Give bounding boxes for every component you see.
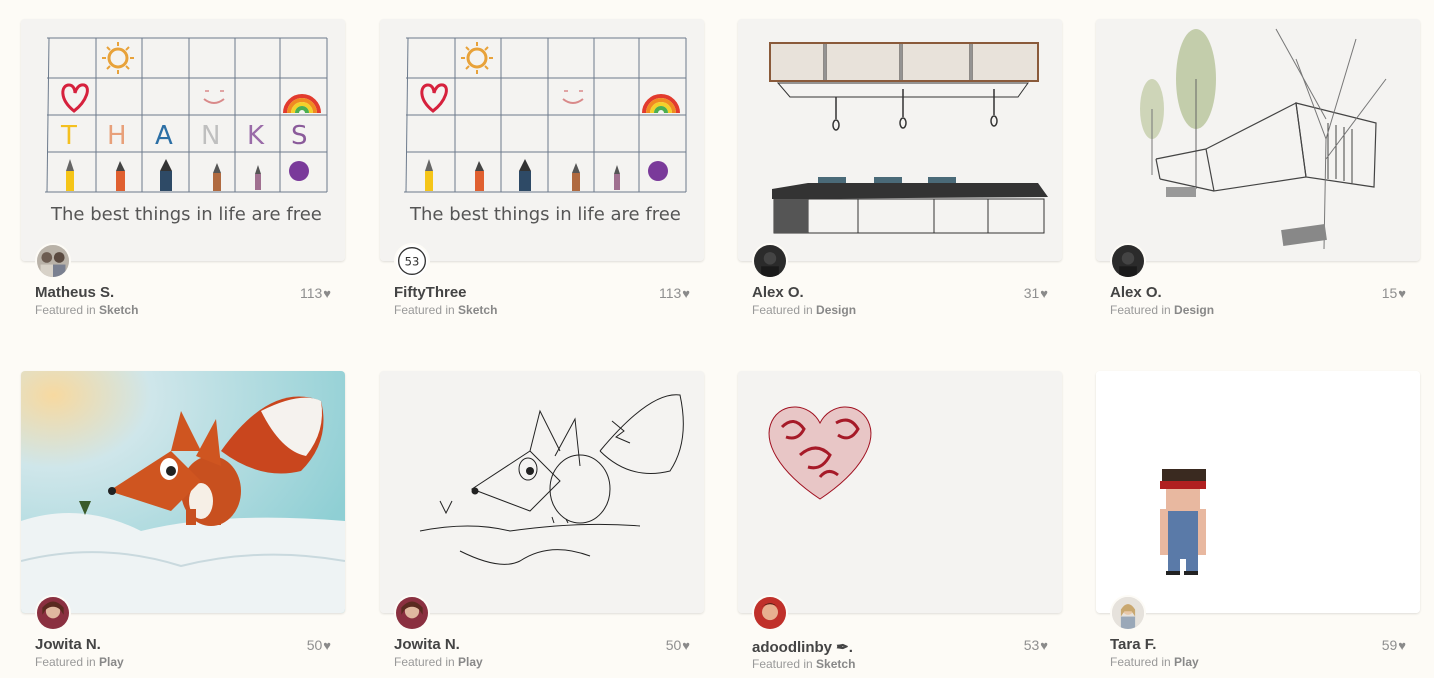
featured-label: Featured in Design <box>752 303 857 317</box>
like-count[interactable]: 53 ♥ <box>1024 637 1048 653</box>
avatar[interactable] <box>394 595 430 631</box>
avatar[interactable]: 53 <box>394 243 430 279</box>
category-link[interactable]: Sketch <box>458 303 497 317</box>
category-link[interactable]: Sketch <box>99 303 138 317</box>
author-name[interactable]: adoodlinby ✒. <box>752 638 853 656</box>
avatar[interactable] <box>35 595 71 631</box>
svg-text:The best things in life are fr: The best things in life are free <box>409 204 681 225</box>
svg-text:H: H <box>107 121 127 151</box>
category-link[interactable]: Play <box>99 655 124 669</box>
like-count[interactable]: 113 ♥ <box>300 285 331 301</box>
svg-text:K: K <box>247 121 265 151</box>
like-count[interactable]: 59 ♥ <box>1382 637 1406 653</box>
artwork-card[interactable]: adoodlinby ✒. Featured in Sketch 53 ♥ <box>738 371 1062 671</box>
svg-text:A: A <box>155 121 173 151</box>
like-count[interactable]: 50 ♥ <box>307 637 331 653</box>
pixel-character-artwork <box>1096 371 1420 613</box>
heart-icon: ♥ <box>323 285 331 301</box>
avatar[interactable] <box>1110 243 1146 279</box>
category-link[interactable]: Design <box>1174 303 1214 317</box>
artwork-card[interactable]: The best things in life are free 53 Fift… <box>380 19 704 317</box>
author-name[interactable]: Jowita N. <box>394 636 460 653</box>
avatar[interactable] <box>752 243 788 279</box>
like-count[interactable]: 113 ♥ <box>659 285 690 301</box>
featured-label: Featured in Play <box>1110 655 1199 669</box>
heart-icon: ♥ <box>1040 637 1048 653</box>
fox-watercolor-artwork <box>21 371 345 613</box>
author-name[interactable]: Jowita N. <box>35 636 101 653</box>
featured-label: Featured in Design <box>1110 303 1215 317</box>
heart-icon: ♥ <box>1040 285 1048 301</box>
author-name[interactable]: Alex O. <box>752 284 804 301</box>
artwork-thumbnail[interactable] <box>738 371 1062 613</box>
category-link[interactable]: Design <box>816 303 856 317</box>
artwork-thumbnail[interactable] <box>1096 371 1420 613</box>
author-name[interactable]: Matheus S. <box>35 284 114 301</box>
fox-line-sketch-artwork <box>380 371 704 613</box>
like-count[interactable]: 50 ♥ <box>666 637 690 653</box>
artwork-thumbnail[interactable]: The best things in life are free <box>380 19 704 261</box>
artwork-thumbnail[interactable] <box>380 371 704 613</box>
avatar[interactable] <box>1110 595 1146 631</box>
svg-text:The best things in life are fr: The best things in life are free <box>50 204 322 225</box>
thanks-grid-artwork: T H A N K S The best things in life are … <box>21 19 345 261</box>
heart-icon: ♥ <box>323 637 331 653</box>
like-count[interactable]: 31 ♥ <box>1024 285 1048 301</box>
thanks-grid-artwork: The best things in life are free <box>380 19 704 261</box>
author-name[interactable]: Alex O. <box>1110 284 1162 301</box>
featured-label: Featured in Sketch <box>35 303 139 317</box>
kitchen-sketch-artwork <box>738 19 1062 261</box>
heart-icon: ♥ <box>1398 285 1406 301</box>
category-link[interactable]: Play <box>458 655 483 669</box>
artwork-card[interactable]: Alex O. Featured in Design 15 ♥ <box>1096 19 1420 317</box>
house-sketch-artwork <box>1096 19 1420 261</box>
featured-label: Featured in Play <box>394 655 483 669</box>
artwork-thumbnail[interactable] <box>738 19 1062 261</box>
featured-label: Featured in Sketch <box>394 303 498 317</box>
author-name[interactable]: FiftyThree <box>394 284 467 301</box>
svg-text:T: T <box>60 121 77 151</box>
featured-label: Featured in Sketch <box>752 657 856 671</box>
avatar[interactable] <box>752 595 788 631</box>
featured-label: Featured in Play <box>35 655 124 669</box>
artwork-thumbnail[interactable] <box>21 371 345 613</box>
artwork-card[interactable]: T H A N K S The best things in life are … <box>21 19 345 317</box>
heart-icon: ♥ <box>682 285 690 301</box>
artwork-thumbnail[interactable] <box>1096 19 1420 261</box>
artwork-card[interactable]: Alex O. Featured in Design 31 ♥ <box>738 19 1062 317</box>
heart-art-artwork <box>738 371 1062 613</box>
artwork-card[interactable]: Jowita N. Featured in Play 50 ♥ <box>380 371 704 669</box>
svg-text:53: 53 <box>405 254 420 268</box>
svg-text:S: S <box>291 121 308 151</box>
artwork-thumbnail[interactable]: T H A N K S The best things in life are … <box>21 19 345 261</box>
svg-text:N: N <box>201 121 220 151</box>
like-count[interactable]: 15 ♥ <box>1382 285 1406 301</box>
artwork-card[interactable]: Tara F. Featured in Play 59 ♥ <box>1096 371 1420 669</box>
artwork-card[interactable]: Jowita N. Featured in Play 50 ♥ <box>21 371 345 669</box>
avatar[interactable] <box>35 243 71 279</box>
category-link[interactable]: Sketch <box>816 657 855 671</box>
heart-icon: ♥ <box>1398 637 1406 653</box>
author-name[interactable]: Tara F. <box>1110 636 1156 653</box>
heart-icon: ♥ <box>682 637 690 653</box>
category-link[interactable]: Play <box>1174 655 1199 669</box>
